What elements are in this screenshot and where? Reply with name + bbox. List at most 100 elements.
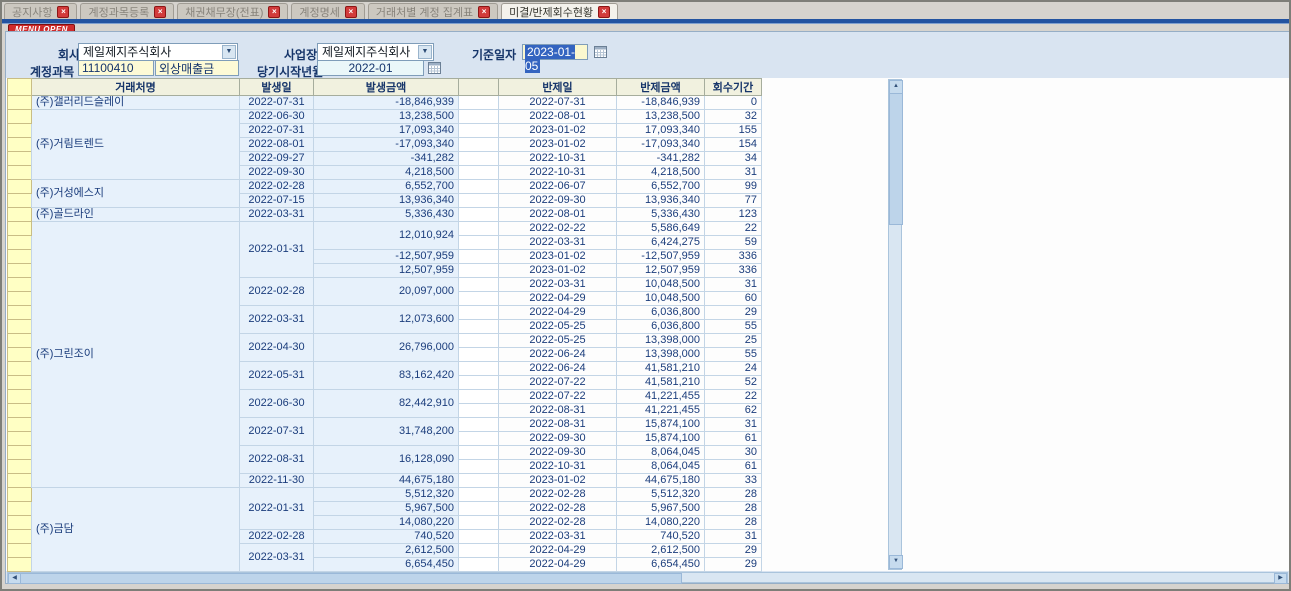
settle-amount-cell[interactable]: 6,036,800 xyxy=(617,320,705,334)
occur-amount-cell[interactable]: 16,128,090 xyxy=(314,446,459,474)
occur-amount-cell[interactable]: 82,442,910 xyxy=(314,390,459,418)
collection-days-cell[interactable]: 52 xyxy=(705,376,762,390)
row-selector[interactable] xyxy=(8,236,32,250)
vertical-scrollbar-thumb[interactable] xyxy=(889,93,903,225)
collection-days-cell[interactable]: 28 xyxy=(705,488,762,502)
settle-date-cell[interactable]: 2022-07-22 xyxy=(499,376,617,390)
tab[interactable]: 공지사항× xyxy=(4,3,77,19)
occur-date-cell[interactable]: 2022-08-01 xyxy=(240,138,314,152)
settle-amount-cell[interactable]: -341,282 xyxy=(617,152,705,166)
row-selector[interactable] xyxy=(8,306,32,320)
occur-amount-cell[interactable]: 26,796,000 xyxy=(314,334,459,362)
settle-date-cell[interactable]: 2022-10-31 xyxy=(499,460,617,474)
occur-amount-cell[interactable]: -341,282 xyxy=(314,152,459,166)
row-selector[interactable] xyxy=(8,96,32,110)
settle-amount-cell[interactable]: 740,520 xyxy=(617,530,705,544)
settle-date-cell[interactable]: 2022-10-31 xyxy=(499,166,617,180)
settle-amount-cell[interactable]: 41,221,455 xyxy=(617,404,705,418)
settle-amount-cell[interactable]: 13,398,000 xyxy=(617,334,705,348)
settle-amount-cell[interactable]: 44,675,180 xyxy=(617,474,705,488)
account-code-field[interactable] xyxy=(78,60,154,76)
settle-amount-cell[interactable]: 15,874,100 xyxy=(617,418,705,432)
settle-date-cell[interactable]: 2022-07-31 xyxy=(499,96,617,110)
occur-amount-cell[interactable]: 83,162,420 xyxy=(314,362,459,390)
tab-close-icon[interactable]: × xyxy=(598,6,610,18)
collection-days-cell[interactable]: 77 xyxy=(705,194,762,208)
occur-date-cell[interactable]: 2022-09-30 xyxy=(240,166,314,180)
row-selector[interactable] xyxy=(8,474,32,488)
settle-amount-cell[interactable]: 8,064,045 xyxy=(617,446,705,460)
row-selector[interactable] xyxy=(8,334,32,348)
settle-date-cell[interactable]: 2022-04-29 xyxy=(499,292,617,306)
row-selector[interactable] xyxy=(8,222,32,236)
collection-days-cell[interactable]: 30 xyxy=(705,446,762,460)
occur-date-cell[interactable]: 2022-03-31 xyxy=(240,208,314,222)
settle-date-cell[interactable]: 2022-05-25 xyxy=(499,334,617,348)
occur-amount-cell[interactable]: 5,336,430 xyxy=(314,208,459,222)
occur-amount-cell[interactable]: 4,218,500 xyxy=(314,166,459,180)
customer-cell[interactable]: (주)갤러리드슬레이 xyxy=(32,96,240,110)
row-selector[interactable] xyxy=(8,110,32,124)
occur-amount-cell[interactable]: 20,097,000 xyxy=(314,278,459,306)
settle-date-cell[interactable]: 2022-09-30 xyxy=(499,432,617,446)
occur-date-cell[interactable]: 2022-11-30 xyxy=(240,474,314,488)
occur-date-cell[interactable]: 2022-02-28 xyxy=(240,278,314,306)
customer-cell[interactable]: (주)거성에스지 xyxy=(32,180,240,208)
row-selector[interactable] xyxy=(8,152,32,166)
settle-date-cell[interactable]: 2022-06-24 xyxy=(499,362,617,376)
settle-date-cell[interactable]: 2022-04-29 xyxy=(499,306,617,320)
chevron-down-icon[interactable]: ▼ xyxy=(222,45,236,59)
tab[interactable]: 거래처별 계정 집계표× xyxy=(368,3,498,19)
tab-close-icon[interactable]: × xyxy=(154,6,166,18)
settle-amount-cell[interactable]: 8,064,045 xyxy=(617,460,705,474)
scroll-right-icon[interactable]: ▶ xyxy=(1274,573,1287,584)
row-selector[interactable] xyxy=(8,362,32,376)
customer-cell[interactable]: (주)거림트렌드 xyxy=(32,110,240,180)
occur-date-cell[interactable]: 2022-05-31 xyxy=(240,362,314,390)
settle-date-cell[interactable]: 2022-06-24 xyxy=(499,348,617,362)
settle-date-cell[interactable]: 2022-08-01 xyxy=(499,110,617,124)
horizontal-scrollbar[interactable]: ◀ ▶ xyxy=(7,572,1288,583)
occur-amount-cell[interactable]: -12,507,959 xyxy=(314,250,459,264)
occur-amount-cell[interactable]: 13,936,340 xyxy=(314,194,459,208)
settle-date-cell[interactable]: 2022-02-28 xyxy=(499,502,617,516)
account-name-field[interactable] xyxy=(155,60,239,76)
settle-amount-cell[interactable]: 13,398,000 xyxy=(617,348,705,362)
occur-amount-cell[interactable]: 6,654,450 xyxy=(314,558,459,572)
occur-date-cell[interactable]: 2022-07-31 xyxy=(240,96,314,110)
occur-date-cell[interactable]: 2022-07-31 xyxy=(240,418,314,446)
settle-amount-cell[interactable]: 6,424,275 xyxy=(617,236,705,250)
row-selector[interactable] xyxy=(8,320,32,334)
collection-days-cell[interactable]: 61 xyxy=(705,432,762,446)
tab-active[interactable]: 미결/반제회수현황× xyxy=(501,3,618,19)
occur-date-cell[interactable]: 2022-09-27 xyxy=(240,152,314,166)
tab-close-icon[interactable]: × xyxy=(478,6,490,18)
occur-date-cell[interactable]: 2022-07-15 xyxy=(240,194,314,208)
tab-close-icon[interactable]: × xyxy=(345,6,357,18)
row-selector[interactable] xyxy=(8,376,32,390)
occur-date-cell[interactable]: 2022-07-31 xyxy=(240,124,314,138)
row-selector[interactable] xyxy=(8,558,32,572)
occur-date-cell[interactable]: 2022-06-30 xyxy=(240,390,314,418)
collection-days-cell[interactable]: 155 xyxy=(705,124,762,138)
collection-days-cell[interactable]: 336 xyxy=(705,264,762,278)
settle-date-cell[interactable]: 2022-08-31 xyxy=(499,404,617,418)
settle-date-cell[interactable]: 2023-01-02 xyxy=(499,474,617,488)
settle-amount-cell[interactable]: 10,048,500 xyxy=(617,292,705,306)
row-selector[interactable] xyxy=(8,124,32,138)
settle-amount-cell[interactable]: 6,552,700 xyxy=(617,180,705,194)
occur-amount-cell[interactable]: 2,612,500 xyxy=(314,544,459,558)
base-date-field[interactable]: 2023-01-05 xyxy=(522,44,588,60)
row-selector[interactable] xyxy=(8,488,32,502)
occur-amount-cell[interactable]: 12,507,959 xyxy=(314,264,459,278)
row-selector[interactable] xyxy=(8,544,32,558)
occur-amount-cell[interactable]: 14,080,220 xyxy=(314,516,459,530)
occur-date-cell[interactable]: 2022-01-31 xyxy=(240,488,314,530)
occur-date-cell[interactable]: 2022-08-31 xyxy=(240,446,314,474)
occur-date-cell[interactable]: 2022-04-30 xyxy=(240,334,314,362)
site-select[interactable]: 제일제지주식회사 ▼ xyxy=(317,43,434,61)
collection-days-cell[interactable]: 34 xyxy=(705,152,762,166)
settle-amount-cell[interactable]: 5,336,430 xyxy=(617,208,705,222)
collection-days-cell[interactable]: 25 xyxy=(705,334,762,348)
settle-amount-cell[interactable]: 5,967,500 xyxy=(617,502,705,516)
